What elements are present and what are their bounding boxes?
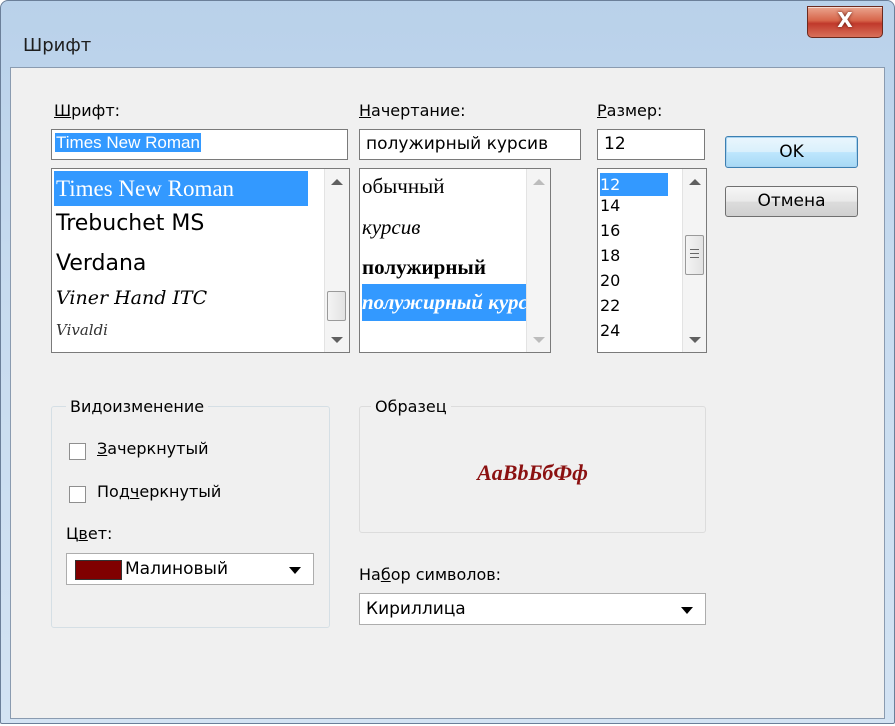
font-label: Шрифт:: [54, 101, 121, 120]
scroll-down-icon[interactable]: [331, 337, 343, 343]
dialog-client-area: Шрифт: Times New Roman Times New Roman T…: [10, 67, 885, 719]
list-item-regular[interactable]: обычный: [362, 174, 444, 199]
underline-label[interactable]: Подчеркнутый: [97, 482, 221, 501]
list-item-size-12[interactable]: 12: [600, 173, 668, 196]
font-name-input[interactable]: Times New Roman: [51, 129, 348, 160]
charset-select[interactable]: Кириллица: [359, 593, 706, 625]
list-item-viner-hand-itc[interactable]: Viner Hand ITC: [54, 287, 207, 309]
sample-group-title: Образец: [371, 397, 451, 416]
scroll-thumb[interactable]: [327, 291, 346, 321]
ok-button[interactable]: OK: [725, 136, 858, 168]
dialog-window: Шрифт X Шрифт: Times New Roman Times New…: [0, 0, 895, 724]
effects-group-title: Видоизменение: [66, 397, 209, 416]
list-item-bold[interactable]: полужирный: [362, 255, 486, 280]
font-list-scrollbar[interactable]: [324, 169, 349, 352]
chevron-down-icon: [289, 567, 301, 574]
list-item-vivaldi[interactable]: Vivaldi: [54, 321, 108, 339]
scroll-up-icon[interactable]: [331, 179, 343, 185]
scroll-up-icon: [533, 179, 545, 185]
font-list[interactable]: Times New Roman Trebuchet MS Verdana Vin…: [51, 168, 350, 353]
scroll-down-icon: [533, 337, 545, 343]
charset-value: Кириллица: [366, 599, 466, 619]
title-bar[interactable]: Шрифт X: [1, 1, 894, 56]
sample-text: AaBbБбФф: [477, 460, 588, 485]
font-size-list[interactable]: 12 14 16 18 20 22 24: [597, 168, 707, 353]
list-item-size-18[interactable]: 18: [600, 246, 620, 265]
list-item-size-16[interactable]: 16: [600, 221, 620, 240]
color-value: Малиновый: [125, 559, 229, 579]
list-item-size-14[interactable]: 14: [600, 196, 620, 215]
list-item-italic[interactable]: курсив: [362, 215, 420, 240]
strikeout-label[interactable]: Зачеркнутый: [97, 439, 208, 458]
style-list-scrollbar: [526, 169, 550, 352]
list-item-bold-italic[interactable]: полужирный курсив: [362, 284, 542, 321]
scroll-thumb[interactable]: [685, 235, 704, 275]
strikeout-checkbox[interactable]: [69, 443, 86, 460]
color-select[interactable]: Малиновый: [66, 553, 314, 585]
charset-label: Набор символов:: [359, 565, 502, 584]
font-style-list[interactable]: обычный курсив полужирный полужирный кур…: [359, 168, 551, 353]
list-item-verdana[interactable]: Verdana: [54, 251, 146, 276]
dialog-title: Шрифт: [23, 35, 92, 56]
size-list-scrollbar[interactable]: [682, 169, 706, 352]
list-item-size-24[interactable]: 24: [600, 321, 620, 340]
scroll-up-icon[interactable]: [689, 179, 701, 185]
list-item-size-22[interactable]: 22: [600, 296, 620, 315]
scroll-down-icon[interactable]: [689, 337, 701, 343]
cancel-button[interactable]: Отмена: [725, 186, 858, 217]
color-label: Цвет:: [66, 524, 113, 543]
color-swatch: [75, 560, 122, 580]
chevron-down-icon: [681, 607, 693, 614]
font-size-input[interactable]: 12: [597, 129, 705, 160]
list-item-times-new-roman[interactable]: Times New Roman: [54, 171, 308, 206]
underline-checkbox[interactable]: [69, 486, 86, 503]
close-button[interactable]: X: [807, 6, 883, 38]
close-icon: X: [837, 8, 853, 32]
style-label: Начертание:: [359, 101, 466, 120]
size-label: Размер:: [597, 101, 663, 120]
font-style-input[interactable]: полужирный курсив: [359, 129, 581, 160]
list-item-size-20[interactable]: 20: [600, 271, 620, 290]
list-item-trebuchet-ms[interactable]: Trebuchet MS: [54, 211, 204, 236]
